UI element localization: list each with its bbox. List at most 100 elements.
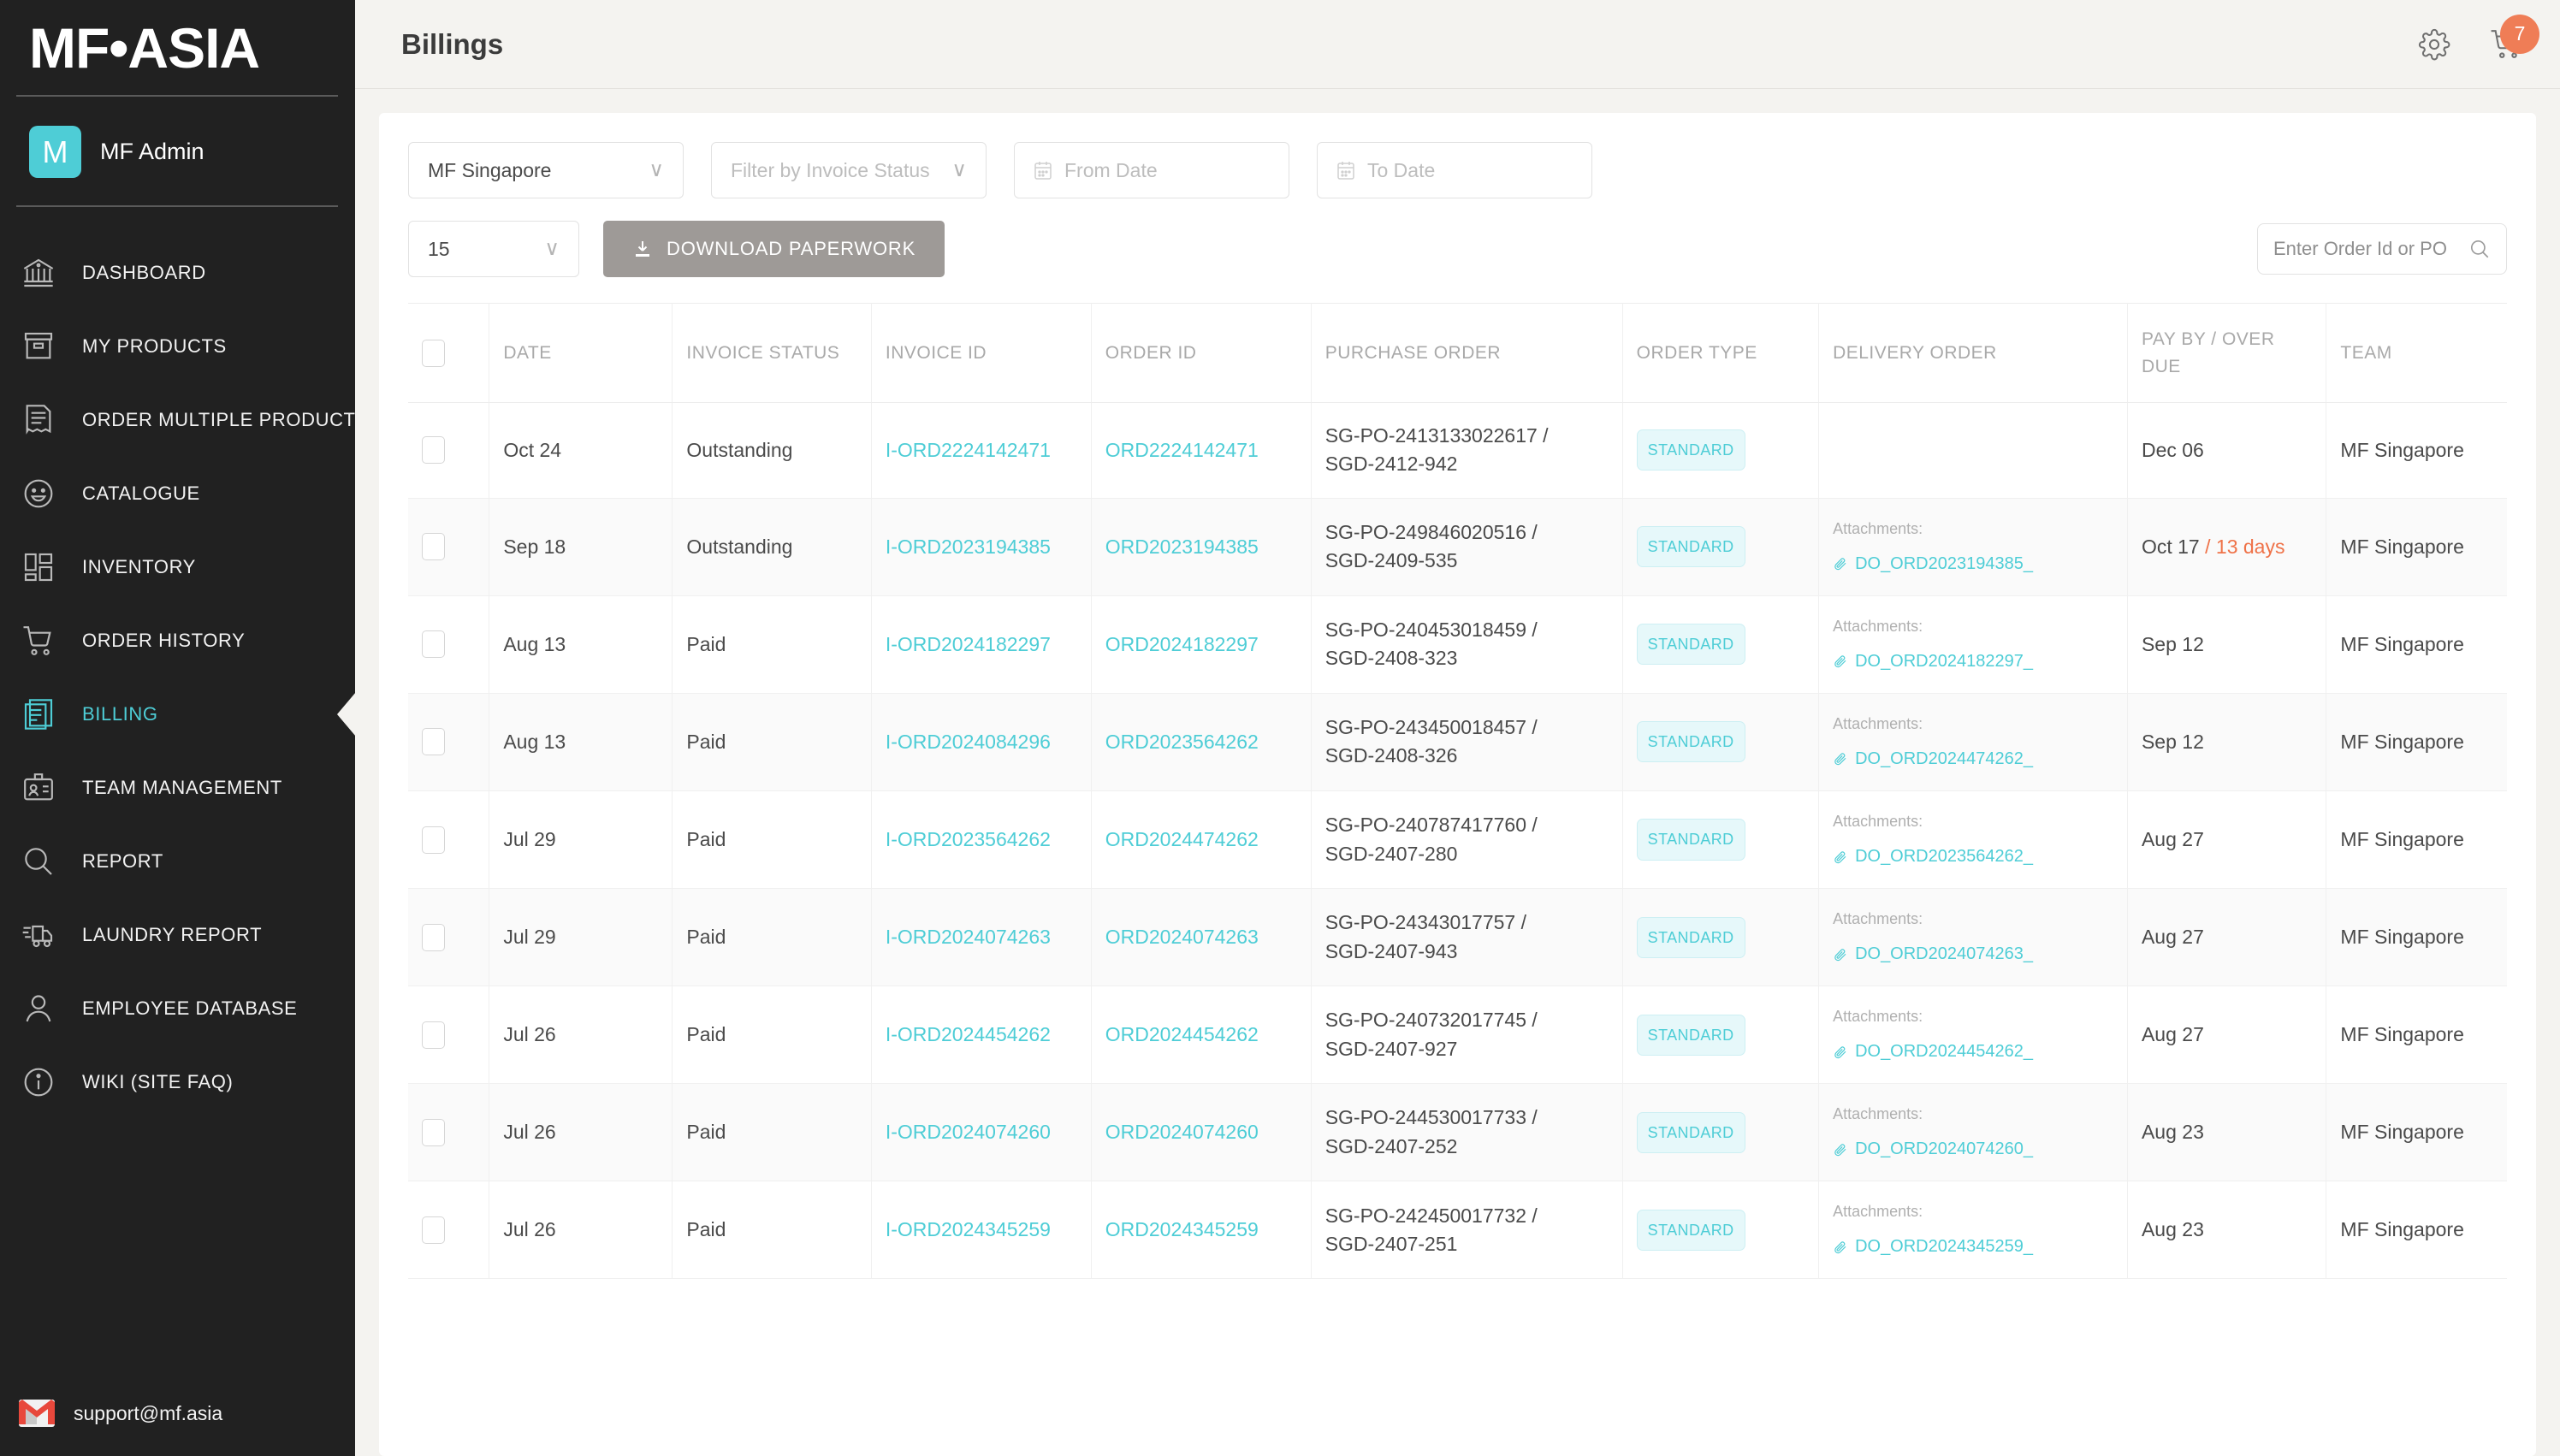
search-icon[interactable] [2468,238,2491,260]
cell-invoice-status: Paid [672,693,872,791]
delivery-order-link[interactable]: DO_ORD2024474262_ [1833,747,2113,772]
row-select-checkbox[interactable] [422,533,445,561]
sidebar-item-catalogue[interactable]: CATALOGUE [0,457,355,530]
row-select-checkbox[interactable] [422,826,445,854]
row-select-checkbox[interactable] [422,1216,445,1244]
delivery-order-link[interactable]: DO_ORD2024345259_ [1833,1234,2113,1259]
cell-pay-by: Aug 27 [2127,790,2327,890]
delivery-order-link[interactable]: DO_ORD2024182297_ [1833,649,2113,674]
order-type-badge: STANDARD [1636,1111,1745,1153]
order-id-link[interactable]: ORD2024345259 [1105,1218,1259,1240]
cell-pay-by: Aug 23 [2127,1181,2327,1280]
row-select-checkbox[interactable] [422,436,445,465]
gear-icon[interactable] [2418,28,2450,61]
delivery-order-link[interactable]: DO_ORD2023564262_ [1833,844,2113,869]
sidebar-item-my-products[interactable]: MY PRODUCTS [0,310,355,383]
delivery-order-link[interactable]: DO_ORD2023194385_ [1833,552,2113,577]
cell-purchase-order: SG-PO-24343017757 / SGD-2407-943 [1311,888,1623,987]
user-profile[interactable]: M MF Admin [0,97,355,179]
invoice-id-link[interactable]: I-ORD2024074263 [886,926,1051,948]
sidebar-item-employee-database[interactable]: EMPLOYEE DATABASE [0,972,355,1045]
order-id-link[interactable]: ORD2024074263 [1105,926,1259,948]
cell-purchase-order: SG-PO-240732017745 / SGD-2407-927 [1311,985,1623,1085]
billings-table-wrap: DATE INVOICE STATUS INVOICE ID ORDER ID PURC… [408,303,2507,1280]
order-id-link[interactable]: ORD2224142471 [1105,439,1259,461]
sidebar-item-dashboard[interactable]: DASHBOARD [0,236,355,310]
sidebar-item-billing[interactable]: BILLING [0,678,356,751]
cell-order-id: ORD2024074263 [1091,888,1312,987]
cell-order-id: ORD2024454262 [1091,985,1312,1085]
search-box[interactable] [2257,223,2507,275]
sidebar-item-inventory[interactable]: INVENTORY [0,530,355,604]
row-select-checkbox[interactable] [422,923,445,951]
sidebar-item-report[interactable]: REPORT [0,825,355,898]
cell-delivery-order: Attachments: DO_ORD2024345259_ [1818,1181,2128,1280]
sidebar-item-order-multiple-products[interactable]: ORDER MULTIPLE PRODUCTS [0,383,368,457]
sidebar-item-wiki-site-faq[interactable]: WIKI (SITE FAQ) [0,1045,355,1119]
invoice-id-link[interactable]: I-ORD2023194385 [886,536,1051,558]
order-id-link[interactable]: ORD2024454262 [1105,1023,1259,1045]
cell-team: MF Singapore [2326,498,2507,596]
row-select-checkbox[interactable] [422,1118,445,1146]
sidebar-item-laundry-report[interactable]: LAUNDRY REPORT [0,898,355,972]
sidebar-nav: DASHBOARD MY PRODUCTS ORDER MULTIPLE PRODU… [0,236,368,1119]
delivery-order-link[interactable]: DO_ORD2024074260_ [1833,1137,2113,1162]
invoice-id-link[interactable]: I-ORD2024182297 [886,633,1051,655]
sidebar-item-order-history[interactable]: ORDER HISTORY [0,604,355,678]
to-date-input[interactable]: To Date [1317,142,1592,198]
cell-order-id: ORD2024345259 [1091,1181,1312,1280]
cell-team: MF Singapore [2326,595,2507,694]
invoice-id-link[interactable]: I-ORD2024084296 [886,731,1051,753]
support-email-link[interactable]: support@mf.asia [0,1400,355,1456]
row-select-checkbox[interactable] [422,1021,445,1049]
cell-delivery-order: Attachments: DO_ORD2023564262_ [1818,790,2128,890]
cart-button[interactable]: 7 [2490,14,2539,61]
column-header: INVOICE STATUS [672,303,872,403]
table-row: Aug 13 Paid I-ORD2024182297 ORD2024182297 SG… [408,595,2507,694]
invoice-id-link[interactable]: I-ORD2023564262 [886,828,1051,850]
invoice-status-select-value: Filter by Invoice Status [731,158,930,181]
select-all-checkbox[interactable] [422,339,445,367]
row-select-checkbox[interactable] [422,630,445,659]
delivery-order-link[interactable]: DO_ORD2024074263_ [1833,942,2113,967]
row-select-checkbox[interactable] [422,728,445,756]
sidebar-item-label: TEAM MANAGEMENT [82,777,282,799]
sidebar-item-team-management[interactable]: TEAM MANAGEMENT [0,751,355,825]
attachments-label: Attachments: [1833,1203,1923,1221]
cell-pay-by: Aug 27 [2127,985,2327,1085]
invoice-id-link[interactable]: I-ORD2024345259 [886,1218,1051,1240]
cell-team: MF Singapore [2326,402,2507,499]
company-select[interactable]: MF Singapore ∨ [408,142,684,198]
invoice-status-select[interactable]: Filter by Invoice Status ∨ [711,142,987,198]
order-id-link[interactable]: ORD2024474262 [1105,828,1259,850]
attachments-label: Attachments: [1833,617,1923,635]
invoice-id-link[interactable]: I-ORD2024454262 [886,1023,1051,1045]
from-date-input[interactable]: From Date [1014,142,1289,198]
po-line-1: SG-PO-240787417760 / [1324,814,1538,837]
cell-purchase-order: SG-PO-2413133022617 / SGD-2412-942 [1311,402,1623,499]
delivery-order-filename: DO_ORD2023564262_ [1855,847,2033,867]
cell-team: MF Singapore [2326,790,2507,890]
info-icon [19,1062,58,1102]
order-id-link[interactable]: ORD2024074260 [1105,1121,1259,1143]
po-line-2: SGD-2407-252 [1324,1134,1458,1157]
cell-order-id: ORD2024474262 [1091,790,1312,890]
order-type-badge: STANDARD [1636,526,1745,568]
paperclip-icon [1833,654,1848,669]
page-size-select[interactable]: 15 ∨ [408,221,579,277]
search-input[interactable] [2273,238,2460,260]
order-id-link[interactable]: ORD2023194385 [1105,536,1259,558]
invoice-id-link[interactable]: I-ORD2024074260 [886,1121,1051,1143]
cell-team: MF Singapore [2326,1083,2507,1182]
main-area: Billings 7 MF Singapore ∨ Filter by Invo… [355,0,2560,1456]
brand-logo: MF•ASIA [0,0,355,78]
person-icon [19,989,58,1028]
order-type-badge: STANDARD [1636,1209,1745,1251]
order-id-link[interactable]: ORD2024182297 [1105,633,1259,655]
invoice-id-link[interactable]: I-ORD2224142471 [886,439,1051,461]
delivery-order-link[interactable]: DO_ORD2024454262_ [1833,1039,2113,1064]
download-paperwork-button[interactable]: DOWNLOAD PAPERWORK [603,221,945,277]
cell-purchase-order: SG-PO-242450017732 / SGD-2407-251 [1311,1181,1623,1280]
order-id-link[interactable]: ORD2023564262 [1105,731,1259,753]
cell-order-type: STANDARD [1622,790,1820,890]
